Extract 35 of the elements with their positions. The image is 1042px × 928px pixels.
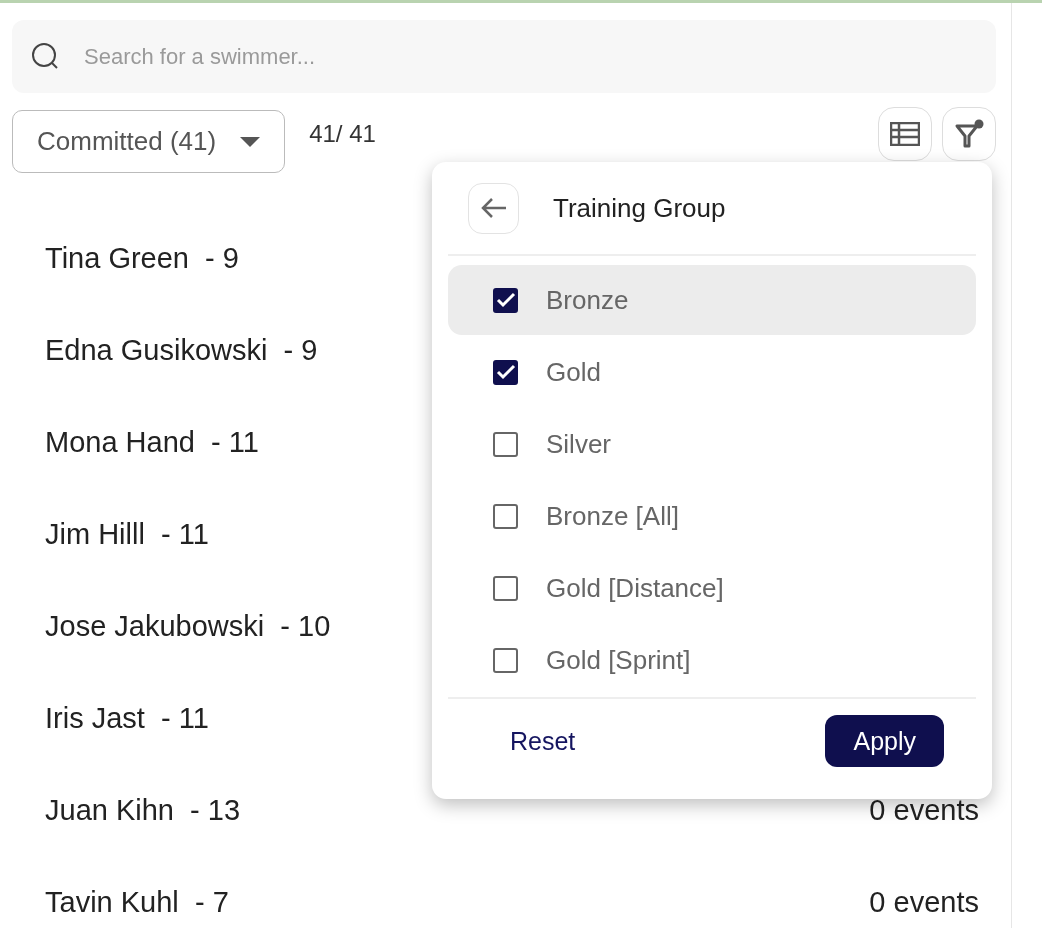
apply-button[interactable]: Apply bbox=[825, 715, 944, 767]
reset-button[interactable]: Reset bbox=[510, 726, 576, 756]
swimmer-name[interactable]: Tina Green - 9 bbox=[45, 241, 239, 275]
list-view-button[interactable] bbox=[878, 107, 932, 161]
filter-option[interactable]: Gold bbox=[448, 337, 976, 407]
status-dropdown[interactable]: Committed (41) bbox=[12, 110, 286, 173]
search-field[interactable]: Search for a swimmer... bbox=[12, 20, 996, 93]
result-count: 41/ 41 bbox=[309, 120, 376, 148]
filter-option[interactable]: Bronze bbox=[448, 265, 976, 335]
swimmer-name[interactable]: Iris Jast - 11 bbox=[45, 701, 209, 735]
checkbox[interactable] bbox=[493, 575, 518, 601]
swimmer-name[interactable]: Edna Gusikowski - 9 bbox=[45, 333, 318, 367]
event-count: 0 events bbox=[869, 885, 979, 919]
back-button[interactable] bbox=[468, 182, 519, 234]
filter-icon bbox=[954, 119, 984, 149]
checkbox[interactable] bbox=[493, 647, 518, 673]
popup-title: Training Group bbox=[553, 192, 726, 224]
swimmer-name[interactable]: Jim Hilll - 11 bbox=[45, 517, 209, 551]
swimmer-name[interactable]: Jose Jakubowski - 10 bbox=[45, 609, 331, 643]
search-input[interactable]: Search for a swimmer... bbox=[82, 42, 978, 71]
event-count: 0 events bbox=[869, 793, 979, 827]
list-view-icon bbox=[890, 122, 920, 146]
checkbox[interactable] bbox=[493, 431, 518, 457]
filter-option[interactable]: Gold [Distance] bbox=[448, 553, 976, 623]
filter-option[interactable]: Gold [Sprint] bbox=[448, 625, 976, 695]
caret-icon bbox=[240, 136, 261, 147]
filter-button[interactable] bbox=[942, 107, 996, 161]
swimmer-name[interactable]: Mona Hand - 11 bbox=[45, 425, 259, 459]
swimmer-name[interactable]: Juan Kihn - 13 bbox=[45, 793, 241, 827]
checkbox[interactable] bbox=[493, 287, 518, 313]
filter-option[interactable]: Silver bbox=[448, 409, 976, 479]
checkbox[interactable] bbox=[493, 503, 518, 529]
filter-option[interactable]: Bronze [All] bbox=[448, 481, 976, 551]
swimmer-name[interactable]: Tavin Kuhl - 7 bbox=[45, 885, 229, 919]
checkbox[interactable] bbox=[493, 359, 518, 385]
